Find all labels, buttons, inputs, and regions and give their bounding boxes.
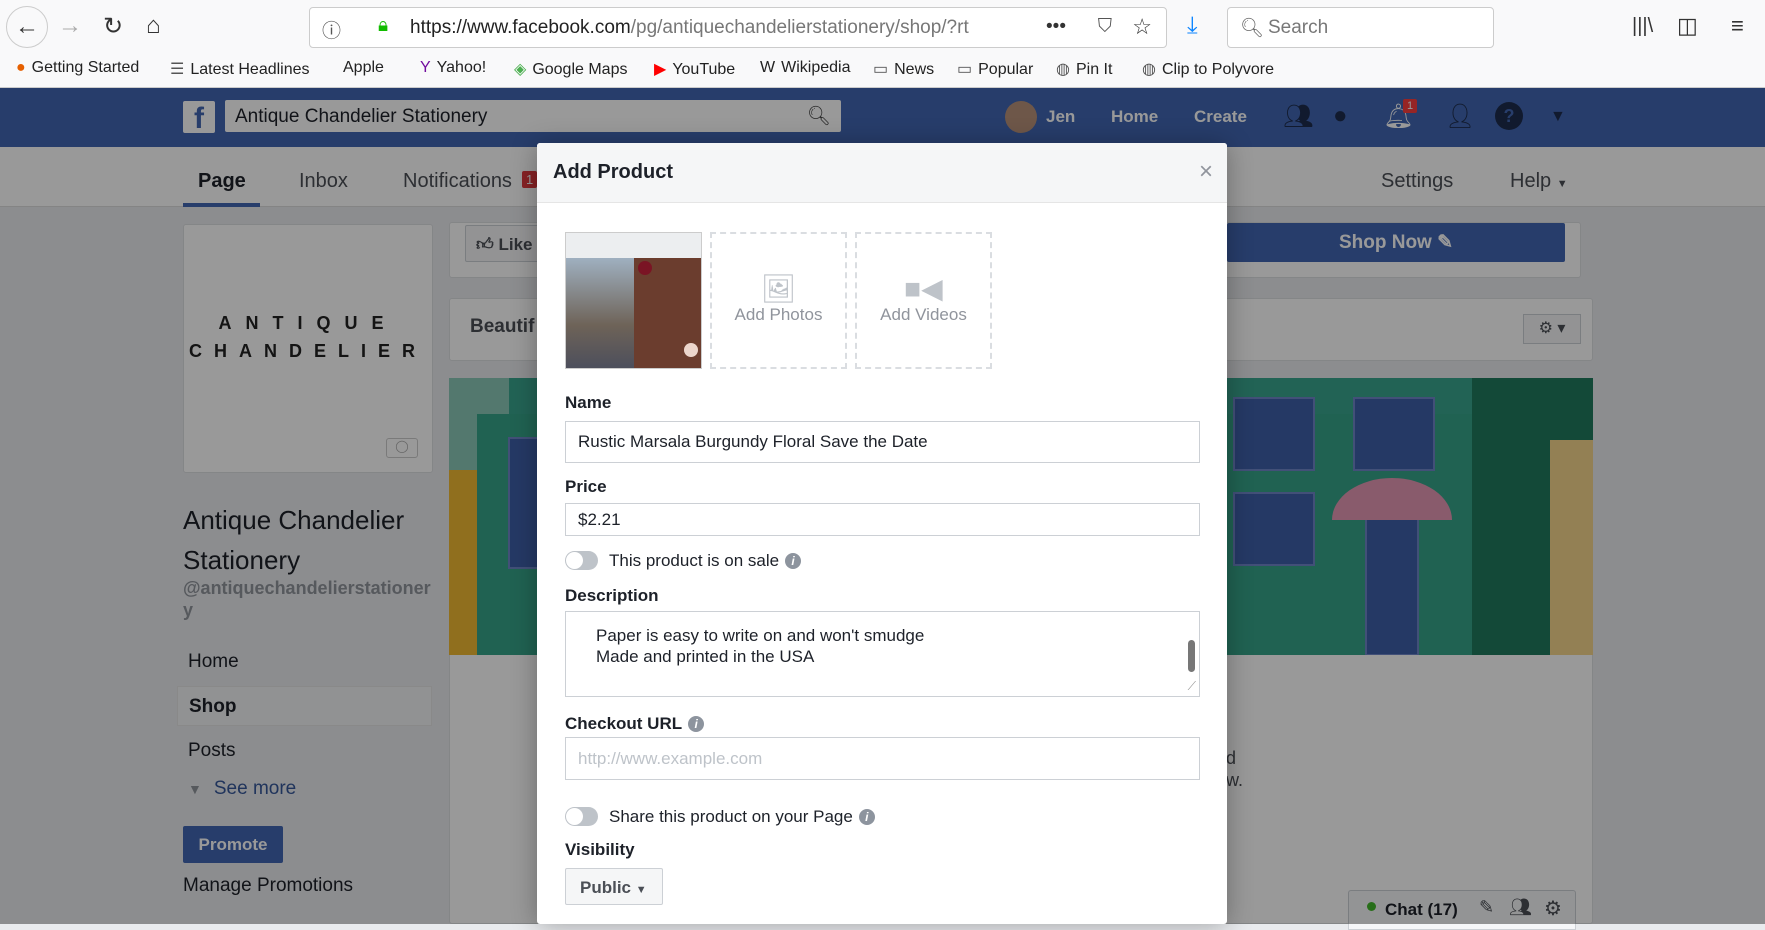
- bookmark-google-maps[interactable]: ◈ Google Maps: [514, 59, 627, 79]
- on-sale-label: This product is on sale i: [609, 551, 802, 571]
- checkout-url-input[interactable]: http://www.example.com: [565, 737, 1200, 780]
- product-photo-thumbnail[interactable]: [565, 232, 702, 369]
- bookmark-latest-headlines[interactable]: ☰ Latest Headlines: [170, 59, 310, 79]
- bookmark-getting-started[interactable]: ● Getting Started: [16, 59, 139, 77]
- library-icon[interactable]: |||\: [1632, 15, 1653, 38]
- add-product-dialog: Add Product × 🖼︎ Add Photos ■◀ Add Videos …: [537, 143, 1227, 924]
- description-textarea[interactable]: Paper is easy to write on and won't smud…: [565, 611, 1200, 697]
- price-input[interactable]: $2.21: [565, 503, 1200, 536]
- sidebar-icon[interactable]: ◫: [1677, 13, 1698, 39]
- dialog-title: Add Product: [553, 161, 673, 183]
- visibility-label: Visibility: [565, 840, 635, 859]
- url-bar[interactable]: ⓘ 🔒︎ https://www.facebook.com/pg/antiquech…: [309, 7, 1167, 48]
- visibility-dropdown[interactable]: Public ▼: [565, 868, 663, 905]
- bookmark-popular[interactable]: ▭ Popular: [957, 59, 1033, 79]
- share-label: Share this product on your Page i: [609, 807, 875, 827]
- bookmark-clip-to-polyvore[interactable]: ◍ Clip to Polyvore: [1142, 59, 1274, 79]
- video-camera-icon: ■◀: [904, 273, 943, 304]
- info-icon: i: [688, 716, 705, 732]
- search-icon: 🔍︎: [1240, 18, 1265, 39]
- bookmark-pin-it[interactable]: ◍ Pin It: [1056, 59, 1112, 79]
- bookmark-apple[interactable]: Apple: [337, 59, 384, 77]
- info-icon: i: [785, 553, 802, 569]
- bookmark-news[interactable]: ▭ News: [873, 59, 934, 79]
- on-sale-toggle[interactable]: [565, 551, 598, 570]
- name-label: Name: [565, 393, 612, 412]
- url-path: /pg/antiquechandelierstationery/shop/?rt: [630, 17, 969, 38]
- checkout-url-label: Checkout URL i: [565, 714, 705, 734]
- back-icon[interactable]: ←: [6, 6, 48, 48]
- price-label: Price: [565, 477, 607, 496]
- chevron-down-icon: ▼: [635, 884, 647, 896]
- resize-handle-icon[interactable]: ⟋: [1188, 679, 1196, 694]
- description-line: Made and printed in the USA: [596, 647, 815, 666]
- home-icon[interactable]: ⌂: [146, 12, 161, 40]
- url-host: https://www.facebook.com: [410, 17, 631, 38]
- forward-icon[interactable]: →: [58, 12, 82, 40]
- menu-icon[interactable]: ≡: [1731, 13, 1744, 39]
- name-input[interactable]: Rustic Marsala Burgundy Floral Save the …: [565, 421, 1200, 463]
- bookmark-youtube[interactable]: ▶ YouTube: [654, 59, 735, 79]
- share-toggle[interactable]: [565, 807, 598, 826]
- description-label: Description: [565, 586, 659, 605]
- pocket-icon[interactable]: ⛉: [1098, 16, 1112, 38]
- site-info-icon[interactable]: ⓘ: [322, 16, 341, 43]
- download-icon[interactable]: ⤓: [1187, 12, 1198, 40]
- description-line: Paper is easy to write on and won't smud…: [596, 626, 925, 645]
- add-photo-icon: 🖼︎: [760, 273, 797, 304]
- info-icon: i: [858, 809, 875, 825]
- add-photos-button[interactable]: 🖼︎ Add Photos: [710, 232, 847, 369]
- bookmark-yahoo[interactable]: Y Yahoo!: [420, 59, 486, 77]
- textarea-scrollbar[interactable]: [1188, 640, 1195, 672]
- bookmark-wikipedia[interactable]: W Wikipedia: [760, 59, 850, 77]
- close-icon[interactable]: ×: [1199, 158, 1213, 186]
- bookmark-star-icon[interactable]: ☆: [1132, 14, 1152, 40]
- reload-icon[interactable]: ↻: [103, 12, 123, 41]
- browser-search-input[interactable]: 🔍︎ Search: [1227, 7, 1494, 48]
- lock-icon: 🔒︎: [378, 15, 389, 36]
- add-videos-button[interactable]: ■◀ Add Videos: [855, 232, 992, 369]
- dialog-header: Add Product ×: [537, 143, 1227, 203]
- more-icon[interactable]: •••: [1046, 16, 1066, 38]
- search-placeholder: Search: [1268, 17, 1329, 38]
